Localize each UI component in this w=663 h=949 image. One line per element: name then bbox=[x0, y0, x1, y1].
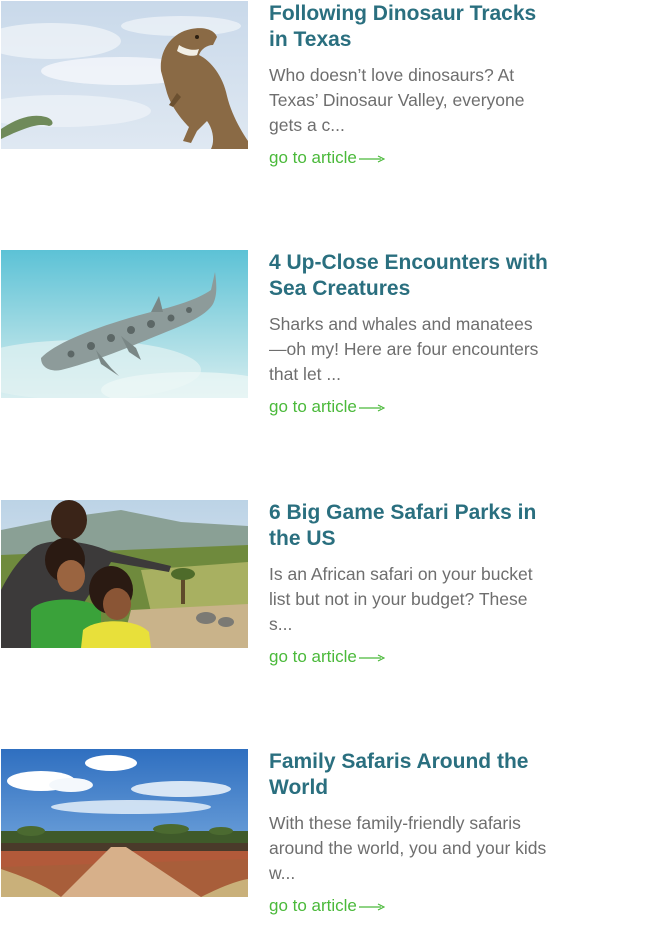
long-right-arrow-icon bbox=[358, 653, 385, 662]
article-text: 4 Up-Close Encounters with Sea Creatures… bbox=[269, 250, 549, 418]
article-text: Family Safaris Around the World With the… bbox=[269, 749, 549, 917]
go-to-article-label: go to article bbox=[269, 148, 357, 167]
article-excerpt: With these family-friendly safaris aroun… bbox=[269, 813, 547, 883]
go-to-article-label: go to article bbox=[269, 896, 357, 915]
go-to-article-link[interactable]: go to article bbox=[269, 646, 385, 668]
article-card: Following Dinosaur Tracks in Texas Who d… bbox=[0, 1, 663, 201]
savanna-road-herd-image bbox=[1, 749, 248, 897]
article-thumbnail[interactable] bbox=[1, 250, 248, 398]
article-card: Family Safaris Around the World With the… bbox=[0, 749, 663, 949]
article-text: Following Dinosaur Tracks in Texas Who d… bbox=[269, 1, 549, 169]
go-to-article-link[interactable]: go to article bbox=[269, 147, 385, 169]
article-title-link[interactable]: Family Safaris Around the World bbox=[269, 749, 549, 801]
article-title-link[interactable]: 6 Big Game Safari Parks in the US bbox=[269, 500, 549, 552]
go-to-article-link[interactable]: go to article bbox=[269, 895, 385, 917]
go-to-article-link[interactable]: go to article bbox=[269, 396, 385, 418]
article-title-link[interactable]: 4 Up-Close Encounters with Sea Creatures bbox=[269, 250, 549, 302]
article-thumbnail[interactable] bbox=[1, 500, 248, 648]
article-thumbnail[interactable] bbox=[1, 1, 248, 149]
long-right-arrow-icon bbox=[358, 902, 385, 911]
article-excerpt: Is an African safari on your bucket list… bbox=[269, 564, 533, 634]
go-to-article-label: go to article bbox=[269, 397, 357, 416]
article-text: 6 Big Game Safari Parks in the US Is an … bbox=[269, 500, 549, 668]
dinosaur-statues-image bbox=[1, 1, 248, 149]
article-title-link[interactable]: Following Dinosaur Tracks in Texas bbox=[269, 1, 549, 53]
article-thumbnail[interactable] bbox=[1, 749, 248, 897]
go-to-article-label: go to article bbox=[269, 647, 357, 666]
article-excerpt: Who doesn’t love dinosaurs? At Texas’ Di… bbox=[269, 65, 525, 135]
article-card: 6 Big Game Safari Parks in the US Is an … bbox=[0, 500, 663, 700]
long-right-arrow-icon bbox=[358, 154, 385, 163]
long-right-arrow-icon bbox=[358, 403, 385, 412]
article-excerpt: Sharks and whales and manatees—oh my! He… bbox=[269, 314, 539, 384]
leopard-shark-image bbox=[1, 250, 248, 398]
family-at-safari-park-image bbox=[1, 500, 248, 648]
article-card: 4 Up-Close Encounters with Sea Creatures… bbox=[0, 250, 663, 450]
